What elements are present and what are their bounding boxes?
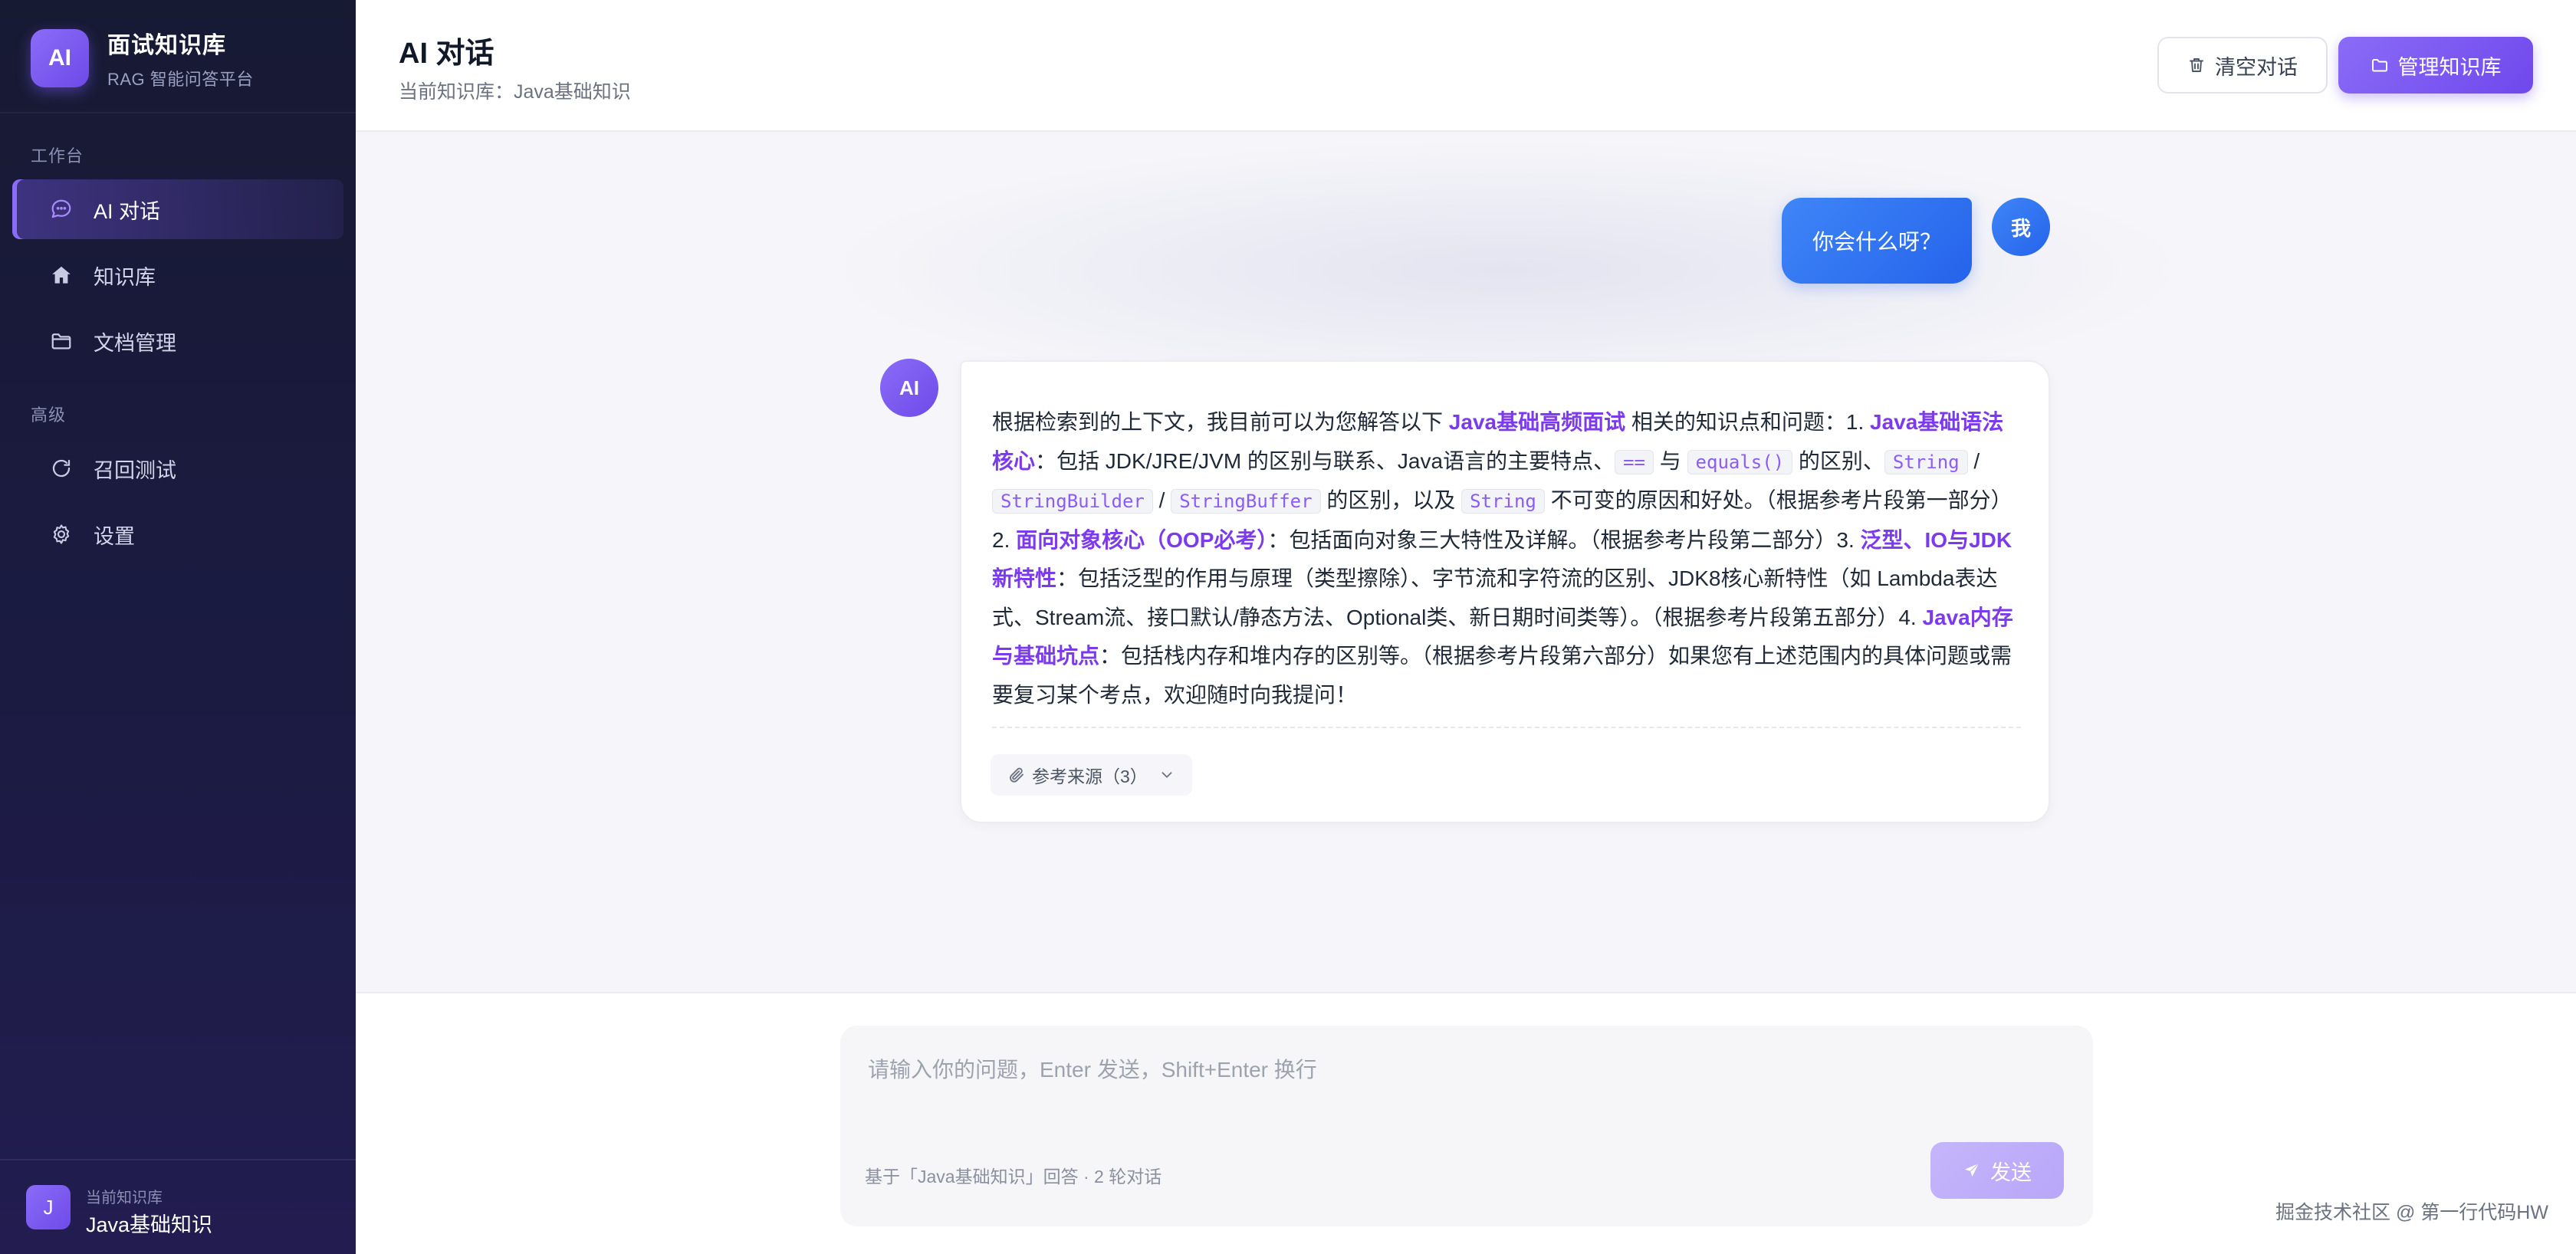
sidebar-item-settings[interactable]: 设置: [12, 504, 343, 564]
send-label: 发送: [1990, 1160, 2032, 1184]
brand-divider: [0, 112, 356, 113]
nav-group-workbench: 工作台: [31, 146, 84, 166]
inline-code: StringBuilder: [992, 489, 1153, 514]
inline-code: String: [1461, 489, 1545, 514]
user-message: 你会什么呀？: [1782, 198, 1972, 284]
composer-area: 基于「Java基础知识」回答 · 2 轮对话 发送: [356, 992, 2576, 1254]
brand-text: 面试知识库 RAG 智能问答平台: [107, 26, 254, 90]
sidebar-item-documents[interactable]: 文档管理: [12, 311, 343, 371]
kb-avatar: J: [26, 1185, 71, 1229]
send-button[interactable]: 发送: [1930, 1142, 2064, 1199]
manage-kb-button[interactable]: 管理知识库: [2338, 37, 2533, 94]
brand-logo: AI: [31, 29, 89, 87]
chat-bubble-icon: [49, 197, 74, 222]
sidebar-item-label: AI 对话: [94, 199, 161, 223]
clear-chat-label: 清空对话: [2215, 55, 2298, 79]
sidebar-item-ai-chat[interactable]: AI 对话: [12, 179, 343, 239]
kb-label: 当前知识库: [86, 1190, 163, 1206]
page-subtitle: 当前知识库：Java基础知识: [399, 81, 631, 103]
refresh-icon: [49, 456, 74, 481]
composer: 基于「Java基础知识」回答 · 2 轮对话 发送: [840, 1026, 2093, 1226]
chat-area[interactable]: 你会什么呀？ 我 AI 根据检索到的上下文，我目前可以为您解答以下 Java基础…: [356, 132, 2576, 992]
user-avatar: 我: [1992, 198, 2050, 256]
message-input[interactable]: [868, 1047, 2064, 1093]
ai-avatar: AI: [880, 359, 938, 417]
current-kb-footer[interactable]: J 当前知识库 Java基础知识: [0, 1159, 356, 1254]
folder-icon: [2371, 56, 2389, 74]
paperclip-icon: [1007, 766, 1026, 784]
highlight: 面向对象核心（OOP必考）: [1016, 527, 1268, 552]
composer-hint: 基于「Java基础知识」回答 · 2 轮对话: [865, 1167, 1162, 1187]
sidebar-item-label: 召回测试: [94, 458, 176, 482]
watermark: 掘金技术社区 @ 第一行代码HW: [2275, 1202, 2548, 1223]
brand-subtitle: RAG 智能问答平台: [107, 70, 254, 89]
card-divider: [992, 727, 2021, 728]
page-title: AI 对话: [399, 38, 495, 70]
chevron-down-icon: [1158, 767, 1175, 783]
sidebar-item-label: 文档管理: [94, 331, 176, 355]
manage-kb-label: 管理知识库: [2397, 55, 2502, 79]
references-toggle[interactable]: 参考来源（3）: [991, 754, 1192, 796]
header: AI 对话 当前知识库：Java基础知识 清空对话 管理知识库: [356, 0, 2576, 132]
ai-message: 根据检索到的上下文，我目前可以为您解答以下 Java基础高频面试 相关的知识点和…: [960, 360, 2050, 823]
folder-icon: [49, 329, 74, 353]
highlight: Java基础高频面试: [1448, 410, 1626, 434]
sidebar: AI 面试知识库 RAG 智能问答平台 工作台 AI 对话 知识库 文档管理 高…: [0, 0, 356, 1254]
sidebar-item-label: 知识库: [94, 265, 156, 289]
nav-group-advanced: 高级: [31, 405, 67, 425]
send-icon: [1963, 1161, 1981, 1180]
trash-icon: [2187, 56, 2206, 74]
inline-code: String: [1884, 449, 1968, 474]
sidebar-item-label: 设置: [94, 524, 135, 548]
inline-code: equals(): [1687, 449, 1793, 474]
home-icon: [49, 263, 74, 287]
inline-code: ==: [1615, 449, 1654, 474]
inline-code: StringBuffer: [1171, 489, 1321, 514]
gear-icon: [49, 522, 74, 547]
brand[interactable]: AI 面试知识库 RAG 智能问答平台: [31, 28, 254, 89]
ai-message-text: 根据检索到的上下文，我目前可以为您解答以下 Java基础高频面试 相关的知识点和…: [992, 410, 2013, 707]
brand-title: 面试知识库: [107, 33, 226, 58]
sidebar-item-knowledge-base[interactable]: 知识库: [12, 245, 343, 305]
kb-name: Java基础知识: [86, 1213, 213, 1236]
clear-chat-button[interactable]: 清空对话: [2157, 37, 2328, 94]
references-label: 参考来源（3）: [1032, 767, 1148, 786]
sidebar-item-recall-test[interactable]: 召回测试: [12, 438, 343, 498]
app-root: AI 面试知识库 RAG 智能问答平台 工作台 AI 对话 知识库 文档管理 高…: [0, 0, 2576, 1254]
